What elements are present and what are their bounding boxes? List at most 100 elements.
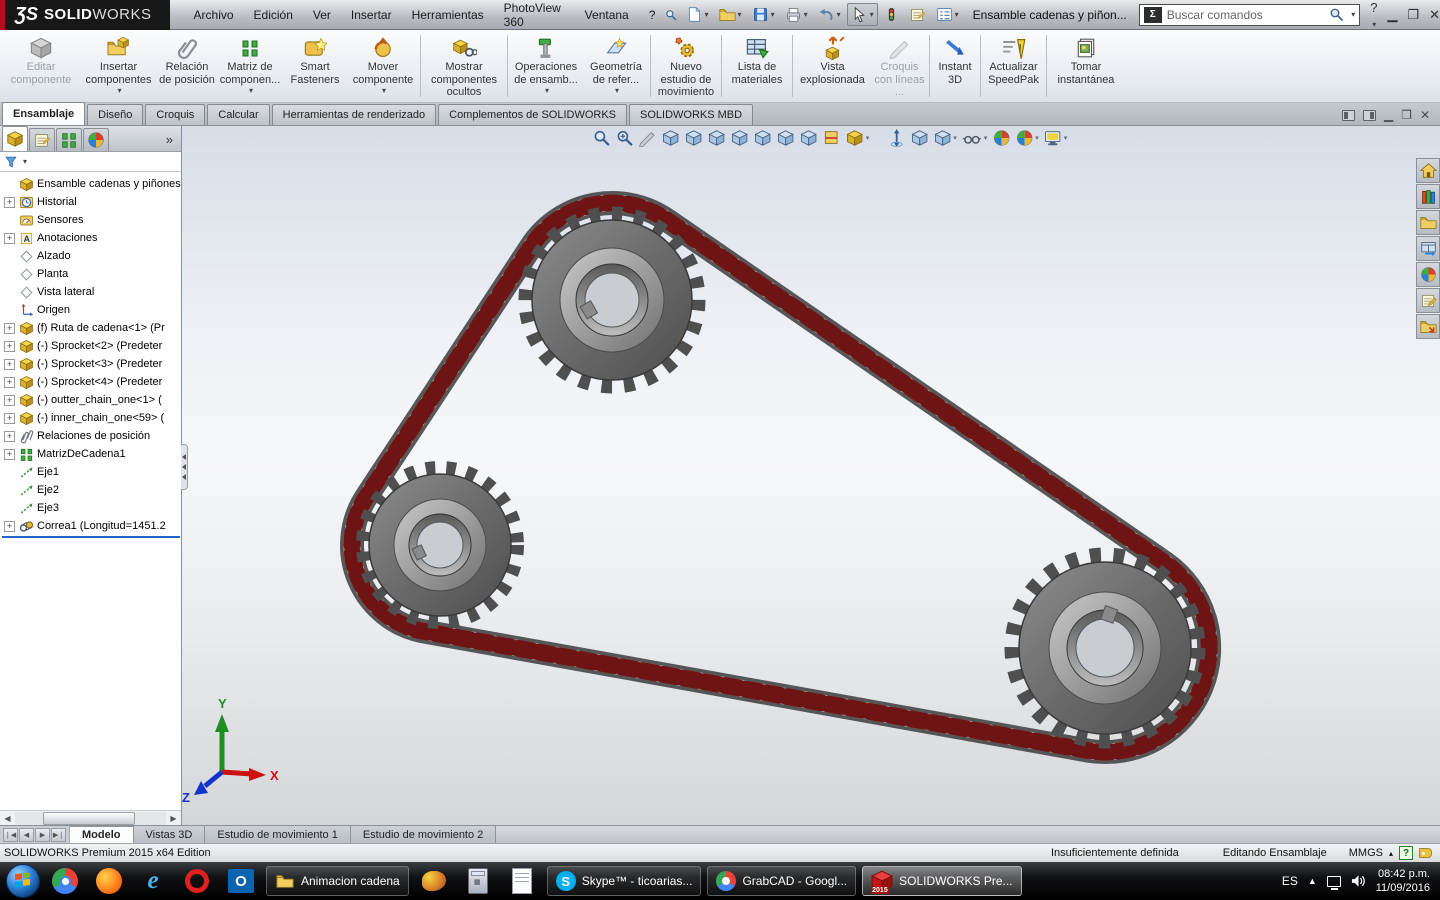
sprocket-right[interactable] (1004, 547, 1206, 749)
start-button[interactable] (6, 864, 40, 898)
tab-complementos[interactable]: Complementos de SOLIDWORKS (438, 104, 628, 125)
configurationmanager-tab[interactable] (56, 128, 82, 151)
notepad-icon[interactable] (503, 866, 541, 896)
tab-vistas-3d[interactable]: Vistas 3D (133, 826, 206, 843)
smart-fasteners-button[interactable]: Smart Fasteners (283, 32, 347, 100)
menu-ver[interactable]: Ver (303, 4, 341, 26)
filter-caret-icon[interactable]: ▾ (23, 157, 27, 166)
close-button[interactable]: ✕ (1429, 7, 1440, 23)
options-button[interactable]: ▾ (932, 3, 963, 26)
tree-item-origen[interactable]: Origen (2, 301, 181, 319)
clock[interactable]: 08:42 p.m. 11/09/2016 (1376, 867, 1434, 896)
pin-icon[interactable] (665, 7, 677, 23)
tree-item-sprocket2[interactable]: + (-) Sprocket<2> (Predeter (2, 337, 181, 355)
tree-item-eje1[interactable]: Eje1 (2, 463, 181, 481)
edit-component-button[interactable]: Editar componente (2, 32, 80, 100)
minimize-button[interactable]: ▁ (1387, 7, 1397, 23)
tag-icon[interactable] (1419, 848, 1432, 858)
tab-solidworks-mbd[interactable]: SOLIDWORKS MBD (629, 104, 754, 125)
appearances-scenes-tab[interactable] (1416, 262, 1440, 287)
tray-expand-icon[interactable]: ▲ (1308, 876, 1317, 886)
tree-item-sprocket3[interactable]: + (-) Sprocket<3> (Predeter (2, 355, 181, 373)
menu-insertar[interactable]: Insertar (341, 4, 402, 26)
tab-calcular[interactable]: Calcular (207, 104, 270, 125)
rebuild-traffic-light-button[interactable] (880, 3, 903, 26)
displaymanager-tab[interactable] (83, 128, 109, 151)
calculator-icon[interactable]: ▦ (459, 866, 497, 896)
tab-croquis[interactable]: Croquis (145, 104, 206, 125)
move-component-button[interactable]: Mover componente ▾ (347, 32, 419, 100)
tree-item-inner-chain[interactable]: + (-) inner_chain_one<59> ( (2, 409, 181, 427)
tree-item-relaciones[interactable]: + Relaciones de posición (2, 427, 181, 445)
open-document-button[interactable]: ▾ (715, 3, 746, 26)
custom-properties-tab[interactable] (1416, 288, 1440, 313)
search-caret-icon[interactable]: ▾ (1351, 10, 1355, 19)
outlook-icon[interactable]: O (222, 866, 260, 896)
insert-components-button[interactable]: Insertar componentes ▾ (80, 32, 157, 100)
doc-close-icon[interactable]: ✕ (1420, 108, 1430, 122)
view-palette-tab[interactable] (1416, 236, 1440, 261)
last-tab-icon[interactable]: ▶❘ (51, 827, 66, 842)
opera-icon[interactable] (178, 866, 216, 896)
menu-help[interactable]: ? (639, 4, 666, 26)
new-document-button[interactable]: ▾ (682, 3, 713, 26)
new-motion-study-button[interactable]: Nuevo estudio de movimiento (652, 32, 720, 100)
tree-item-sprocket4[interactable]: + (-) Sprocket<4> (Predeter (2, 373, 181, 391)
collapse-right-pane-icon[interactable] (1362, 109, 1376, 121)
featuremanager-tab[interactable] (2, 126, 28, 151)
tree-item-matriz-de-cadena[interactable]: + MatrizDeCadena1 (2, 445, 181, 463)
tab-ensamblaje[interactable]: Ensamblaje (2, 102, 86, 125)
menu-ventana[interactable]: Ventana (575, 4, 639, 26)
chrome-icon[interactable] (46, 866, 84, 896)
instant-3d-button[interactable]: Instant 3D (931, 32, 979, 100)
resources-tab[interactable] (1416, 158, 1440, 183)
design-library-tab[interactable] (1416, 184, 1440, 209)
tree-item-sensores[interactable]: Sensores (2, 211, 181, 229)
undo-button[interactable]: ▾ (814, 3, 845, 26)
save-button[interactable]: ▾ (748, 3, 779, 26)
tree-item-outter-chain[interactable]: + (-) outter_chain_one<1> ( (2, 391, 181, 409)
explode-line-sketch-button[interactable]: Croquis con líneas ... (871, 32, 928, 100)
tree-item-historial[interactable]: + Historial (2, 193, 181, 211)
search-icon[interactable] (1329, 7, 1344, 22)
forum-tab[interactable] (1416, 314, 1440, 339)
folder-window-button[interactable]: Animacion cadena (266, 866, 409, 896)
firefox-icon[interactable] (90, 866, 128, 896)
scroll-left-icon[interactable]: ◀ (0, 812, 15, 825)
network-icon[interactable] (1326, 875, 1341, 890)
language-indicator[interactable]: ES (1282, 874, 1298, 888)
update-speedpak-button[interactable]: Actualizar SpeedPak (982, 32, 1045, 100)
panel-tabs-overflow-icon[interactable]: » (160, 132, 179, 151)
bill-of-materials-button[interactable]: Lista de materiales (723, 32, 791, 100)
file-properties-button[interactable] (905, 3, 930, 26)
propertymanager-tab[interactable] (29, 128, 55, 151)
tab-estudio-movimiento-2[interactable]: Estudio de movimiento 2 (350, 826, 497, 843)
units-caret-icon[interactable]: ▴ (1389, 849, 1393, 858)
mate-button[interactable]: Relación de posición (157, 32, 217, 100)
component-pattern-button[interactable]: Matriz de componen... ▾ (217, 32, 283, 100)
tree-item-eje2[interactable]: Eje2 (2, 481, 181, 499)
panel-splitter-handle[interactable] (181, 444, 188, 490)
solidworks-window-button[interactable]: 2015 SOLIDWORKS Pre... (862, 866, 1022, 896)
next-tab-icon[interactable]: ▶ (35, 827, 50, 842)
assembly-features-button[interactable]: Operaciones de ensamb... ▾ (509, 32, 583, 100)
prev-tab-icon[interactable]: ◀ (19, 827, 34, 842)
quick-tips-icon[interactable]: ? (1399, 846, 1413, 860)
tree-item-correa1[interactable]: + Correa1 (Longitud=1451.2 (2, 517, 181, 535)
tree-item-anotaciones[interactable]: + Anotaciones (2, 229, 181, 247)
filter-icon[interactable] (4, 155, 18, 169)
tree-item-ruta-de-cadena[interactable]: + (f) Ruta de cadena<1> (Pr (2, 319, 181, 337)
first-tab-icon[interactable]: ❘◀ (3, 827, 18, 842)
restore-button[interactable]: ❐ (1407, 7, 1419, 23)
menu-archivo[interactable]: Archivo (184, 4, 244, 26)
search-commands-box[interactable]: Σ Buscar comandos ▾ (1138, 3, 1361, 26)
help-button[interactable]: ?▾ (1370, 0, 1377, 30)
tree-item-eje3[interactable]: Eje3 (2, 499, 181, 517)
menu-herramientas[interactable]: Herramientas (402, 4, 494, 26)
tree-item-root[interactable]: Ensamble cadenas y piñones (2, 175, 181, 193)
tree-item-vista-lateral[interactable]: Vista lateral (2, 283, 181, 301)
paint-icon[interactable] (415, 866, 453, 896)
tab-herramientas-renderizado[interactable]: Herramientas de renderizado (271, 104, 437, 125)
search-input[interactable]: Buscar comandos (1167, 8, 1324, 22)
volume-icon[interactable] (1351, 874, 1366, 888)
